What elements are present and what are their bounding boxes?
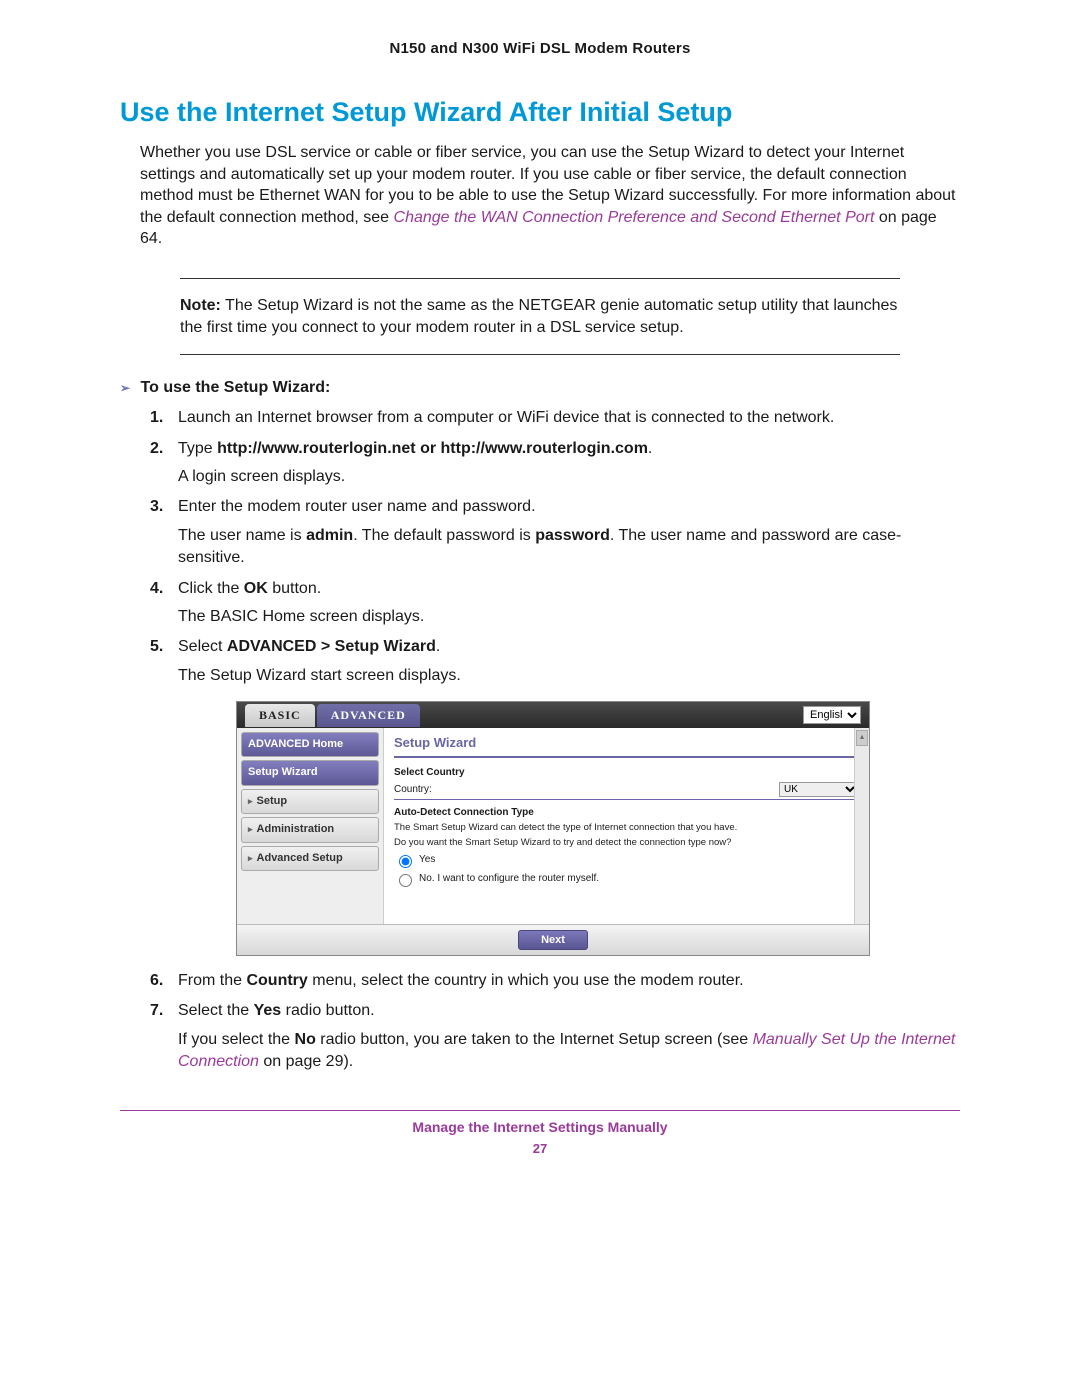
step-4: 4. Click the OK button. The BASIC Home s… <box>150 578 960 629</box>
chevron-right-icon: ▸ <box>248 853 253 863</box>
step-3: 3. Enter the modem router user name and … <box>150 496 960 569</box>
step-sub: A login screen displays. <box>178 466 960 488</box>
step-bold: Country <box>246 972 307 989</box>
divider <box>394 799 859 800</box>
note-box: Note: The Setup Wizard is not the same a… <box>180 278 900 355</box>
task-heading: ➢ To use the Setup Wizard: <box>120 379 960 397</box>
step-trail: . <box>436 638 440 655</box>
admin-bold: admin <box>306 527 353 544</box>
top-bar: BASIC ADVANCED English <box>237 702 869 728</box>
radio-yes[interactable] <box>399 855 412 868</box>
select-country-label: Select Country <box>394 766 859 780</box>
step-trail: button. <box>268 580 321 597</box>
bottom-bar: Next <box>237 924 869 955</box>
step-num: 1. <box>150 407 163 429</box>
step-num: 2. <box>150 438 163 460</box>
step-trail: radio button. <box>281 1002 374 1019</box>
step-bold: ADVANCED > Setup Wizard <box>227 638 436 655</box>
step-lead: Type <box>178 440 217 457</box>
tab-advanced[interactable]: ADVANCED <box>317 704 420 727</box>
triangle-icon: ➢ <box>120 381 130 395</box>
step-1: 1. Launch an Internet browser from a com… <box>150 407 960 429</box>
step-bold: http://www.routerlogin.net or http://www… <box>217 440 648 457</box>
tab-basic[interactable]: BASIC <box>245 704 315 727</box>
step-sub: The BASIC Home screen displays. <box>178 606 960 628</box>
sidebar-item-setup-wizard[interactable]: Setup Wizard <box>241 760 379 785</box>
scroll-up-icon[interactable]: ▴ <box>856 730 868 746</box>
step-sub: The Setup Wizard start screen displays. <box>178 665 960 687</box>
radio-no[interactable] <box>399 874 412 887</box>
step-num: 3. <box>150 496 163 518</box>
product-header: N150 and N300 WiFi DSL Modem Routers <box>120 40 960 57</box>
txt: on page 29). <box>259 1053 353 1070</box>
step-lead: From the <box>178 972 246 989</box>
country-label: Country: <box>394 783 432 797</box>
footer-page-number: 27 <box>120 1141 960 1156</box>
country-select[interactable]: UK <box>779 782 859 797</box>
sidebar-item-advanced-setup[interactable]: ▸ Advanced Setup <box>241 846 379 871</box>
password-bold: password <box>535 527 610 544</box>
sidebar-item-advanced-home[interactable]: ADVANCED Home <box>241 732 379 757</box>
language-select[interactable]: English <box>803 706 861 724</box>
chevron-right-icon: ▸ <box>248 796 253 806</box>
step-6: 6. From the Country menu, select the cou… <box>150 970 960 992</box>
intro-paragraph: Whether you use DSL service or cable or … <box>140 142 960 250</box>
step-2: 2. Type http://www.routerlogin.net or ht… <box>150 438 960 489</box>
footer-chapter: Manage the Internet Settings Manually <box>120 1119 960 1135</box>
sidebar-item-administration[interactable]: ▸ Administration <box>241 817 379 842</box>
step-text: Launch an Internet browser from a comput… <box>178 409 834 426</box>
no-bold: No <box>295 1031 316 1048</box>
step-sub: The user name is admin. The default pass… <box>178 525 960 570</box>
step-lead: Select <box>178 638 227 655</box>
task-title: To use the Setup Wizard: <box>141 379 331 396</box>
step-trail: . <box>648 440 652 457</box>
intro-crossref[interactable]: Change the WAN Connection Preference and… <box>394 209 875 226</box>
page-footer: Manage the Internet Settings Manually 27 <box>120 1110 960 1156</box>
txt: radio button, you are taken to the Inter… <box>316 1031 753 1048</box>
step-sub: If you select the No radio button, you a… <box>178 1029 960 1074</box>
step-7: 7. Select the Yes radio button. If you s… <box>150 1000 960 1073</box>
sidebar: ADVANCED Home Setup Wizard ▸ Setup ▸ Admin… <box>237 728 384 924</box>
divider <box>394 756 859 758</box>
scrollbar[interactable]: ▴ <box>854 728 869 924</box>
chevron-right-icon: ▸ <box>248 824 253 834</box>
label: Advanced Setup <box>257 852 343 864</box>
desc-line-1: The Smart Setup Wizard can detect the ty… <box>394 822 859 834</box>
label: Administration <box>257 823 335 835</box>
txt: The user name is <box>178 527 306 544</box>
main-panel: Setup Wizard Select Country Country: UK … <box>384 728 869 924</box>
label: Setup <box>257 795 288 807</box>
txt: . The default password is <box>353 527 535 544</box>
desc-line-2: Do you want the Smart Setup Wizard to tr… <box>394 837 859 849</box>
note-body: The Setup Wizard is not the same as the … <box>180 297 897 336</box>
step-num: 5. <box>150 636 163 658</box>
setup-wizard-screenshot: BASIC ADVANCED English ADVANCED Home Set… <box>236 701 870 956</box>
note-label: Note: <box>180 297 221 314</box>
step-num: 6. <box>150 970 163 992</box>
section-title: Use the Internet Setup Wizard After Init… <box>120 97 960 128</box>
step-5: 5. Select ADVANCED > Setup Wizard. The S… <box>150 636 960 956</box>
step-lead: Click the <box>178 580 244 597</box>
next-button[interactable]: Next <box>518 930 588 950</box>
step-num: 7. <box>150 1000 163 1022</box>
step-bold: Yes <box>254 1002 282 1019</box>
txt: If you select the <box>178 1031 295 1048</box>
radio-no-label: No. I want to configure the router mysel… <box>419 872 599 886</box>
step-text: Enter the modem router user name and pas… <box>178 498 536 515</box>
radio-yes-label: Yes <box>419 853 435 867</box>
panel-title: Setup Wizard <box>394 734 859 754</box>
step-bold: OK <box>244 580 268 597</box>
step-lead: Select the <box>178 1002 254 1019</box>
step-num: 4. <box>150 578 163 600</box>
autodetect-label: Auto-Detect Connection Type <box>394 806 859 820</box>
step-trail: menu, select the country in which you us… <box>308 972 744 989</box>
sidebar-item-setup[interactable]: ▸ Setup <box>241 789 379 814</box>
